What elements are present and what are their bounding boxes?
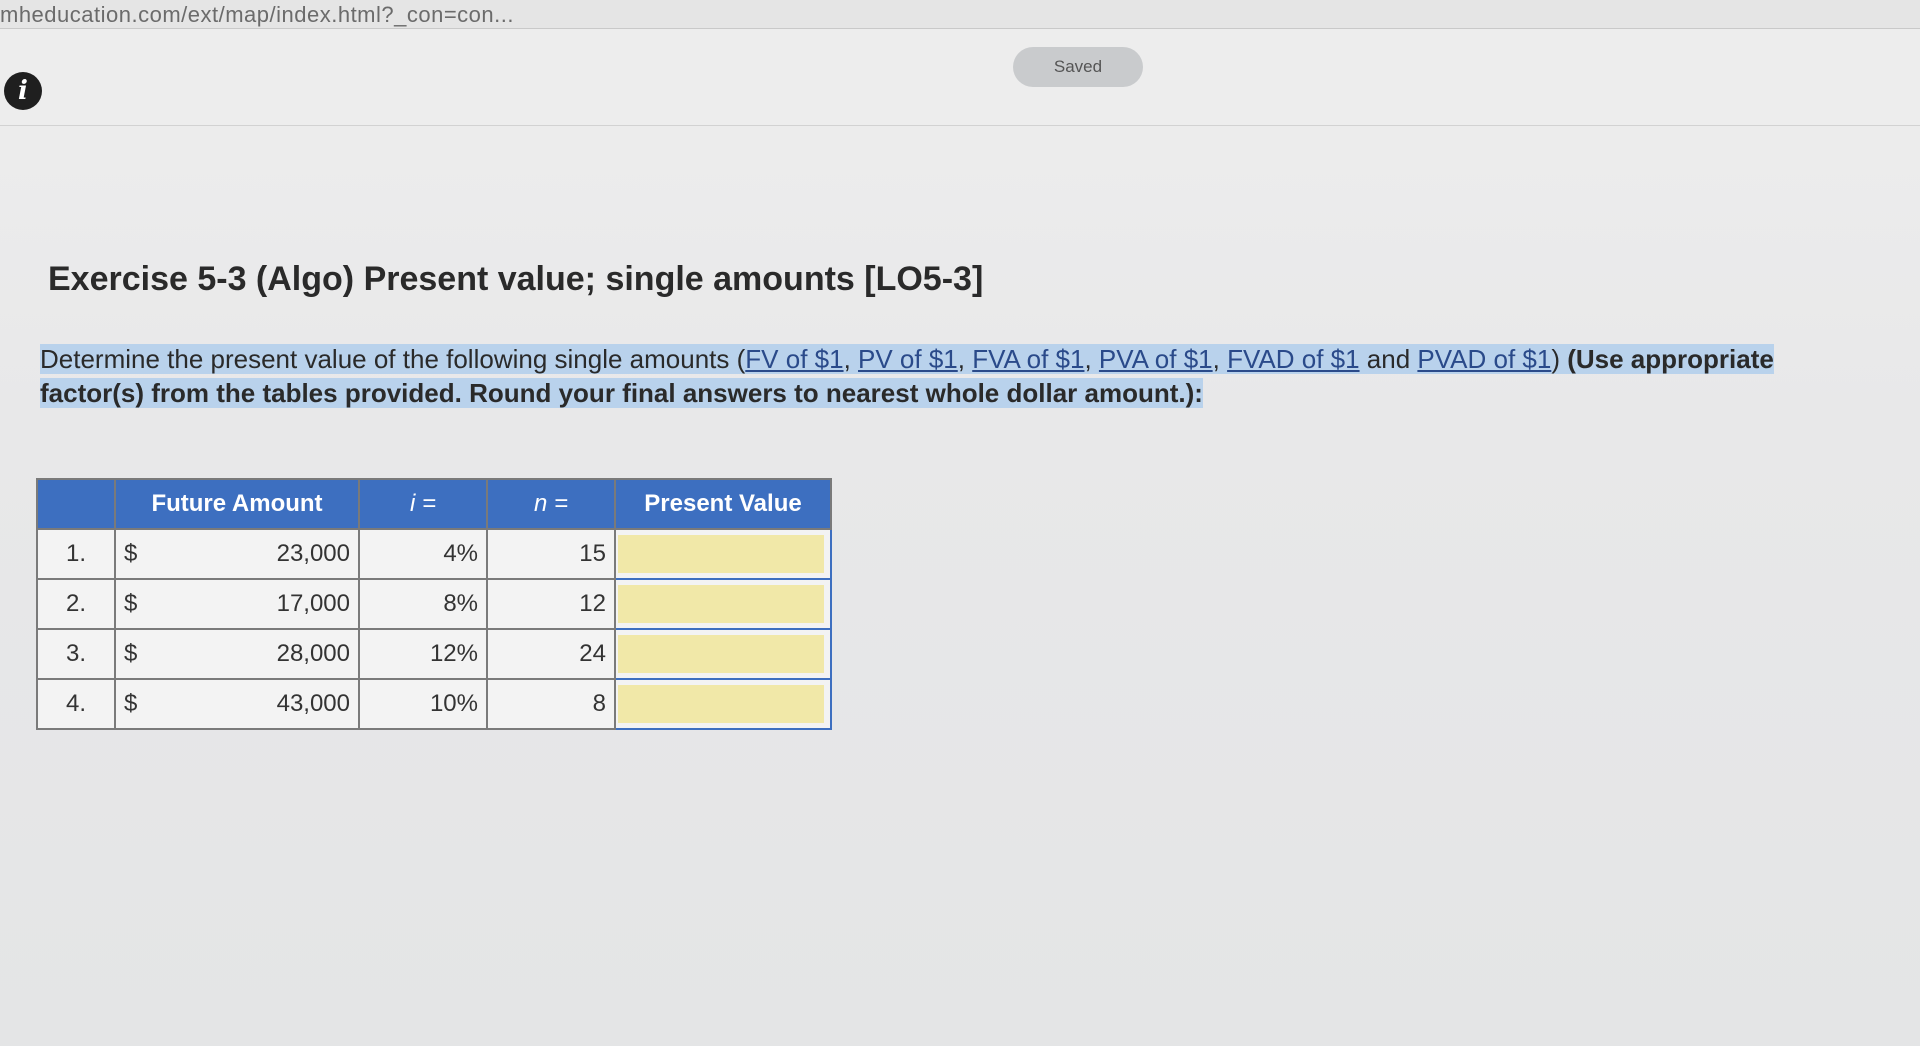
- url-text[interactable]: mheducation.com/ext/map/index.html?_con=…: [0, 2, 514, 28]
- header-i: i =: [358, 478, 488, 530]
- future-amount: 17,000: [152, 578, 360, 630]
- table-header-row: Future Amount i = n = Present Value: [36, 478, 832, 530]
- saved-status-badge: Saved: [1013, 47, 1143, 87]
- future-amount: 43,000: [152, 678, 360, 730]
- row-number: 2.: [36, 578, 116, 630]
- page: mheducation.com/ext/map/index.html?_con=…: [0, 0, 1920, 1046]
- separator: and: [1359, 344, 1418, 374]
- link-pva-of-1[interactable]: PVA of $1: [1099, 344, 1213, 374]
- table-row: 1. $ 23,000 4% 15: [36, 528, 832, 580]
- currency-symbol: $: [114, 628, 152, 680]
- row-number: 3.: [36, 628, 116, 680]
- periods: 8: [486, 678, 616, 730]
- separator: ,: [1212, 344, 1228, 374]
- present-value-input-4[interactable]: [618, 685, 824, 723]
- browser-url-bar[interactable]: mheducation.com/ext/map/index.html?_con=…: [0, 0, 1920, 29]
- header-n: n =: [486, 478, 616, 530]
- instructions-highlight: Determine the present value of the follo…: [40, 344, 1774, 408]
- separator: ,: [957, 344, 973, 374]
- present-value-cell: [614, 578, 832, 630]
- info-icon[interactable]: i: [4, 72, 42, 110]
- header-blank: [36, 478, 116, 530]
- link-pvad-of-1[interactable]: PVAD of $1: [1417, 344, 1551, 374]
- future-amount: 28,000: [152, 628, 360, 680]
- periods: 12: [486, 578, 616, 630]
- link-pv-of-1[interactable]: PV of $1: [858, 344, 958, 374]
- separator: ,: [1084, 344, 1099, 374]
- currency-symbol: $: [114, 578, 152, 630]
- future-amount: 23,000: [152, 528, 360, 580]
- present-value-cell: [614, 528, 832, 580]
- row-number: 1.: [36, 528, 116, 580]
- present-value-cell: [614, 628, 832, 680]
- assignment-top-bar: [0, 29, 1920, 126]
- instructions-intro: Determine the present value of the follo…: [40, 344, 746, 374]
- row-number: 4.: [36, 678, 116, 730]
- interest-rate: 8%: [358, 578, 488, 630]
- present-value-input-1[interactable]: [618, 535, 824, 573]
- separator: ): [1551, 344, 1568, 374]
- header-present-value: Present Value: [614, 478, 832, 530]
- link-fva-of-1[interactable]: FVA of $1: [972, 344, 1084, 374]
- table-row: 2. $ 17,000 8% 12: [36, 578, 832, 630]
- present-value-table: Future Amount i = n = Present Value 1. $…: [36, 478, 832, 730]
- exercise-instructions: Determine the present value of the follo…: [40, 342, 1860, 410]
- table-row: 3. $ 28,000 12% 24: [36, 628, 832, 680]
- separator: ,: [843, 344, 859, 374]
- interest-rate: 12%: [358, 628, 488, 680]
- interest-rate: 4%: [358, 528, 488, 580]
- present-value-cell: [614, 678, 832, 730]
- header-future-amount: Future Amount: [114, 478, 360, 530]
- link-fvad-of-1[interactable]: FVAD of $1: [1227, 344, 1359, 374]
- present-value-input-2[interactable]: [618, 585, 824, 623]
- currency-symbol: $: [114, 528, 152, 580]
- link-fv-of-1[interactable]: FV of $1: [745, 344, 843, 374]
- exercise-title: Exercise 5-3 (Algo) Present value; singl…: [48, 260, 984, 298]
- table-row: 4. $ 43,000 10% 8: [36, 678, 832, 730]
- interest-rate: 10%: [358, 678, 488, 730]
- present-value-input-3[interactable]: [618, 635, 824, 673]
- periods: 15: [486, 528, 616, 580]
- periods: 24: [486, 628, 616, 680]
- currency-symbol: $: [114, 678, 152, 730]
